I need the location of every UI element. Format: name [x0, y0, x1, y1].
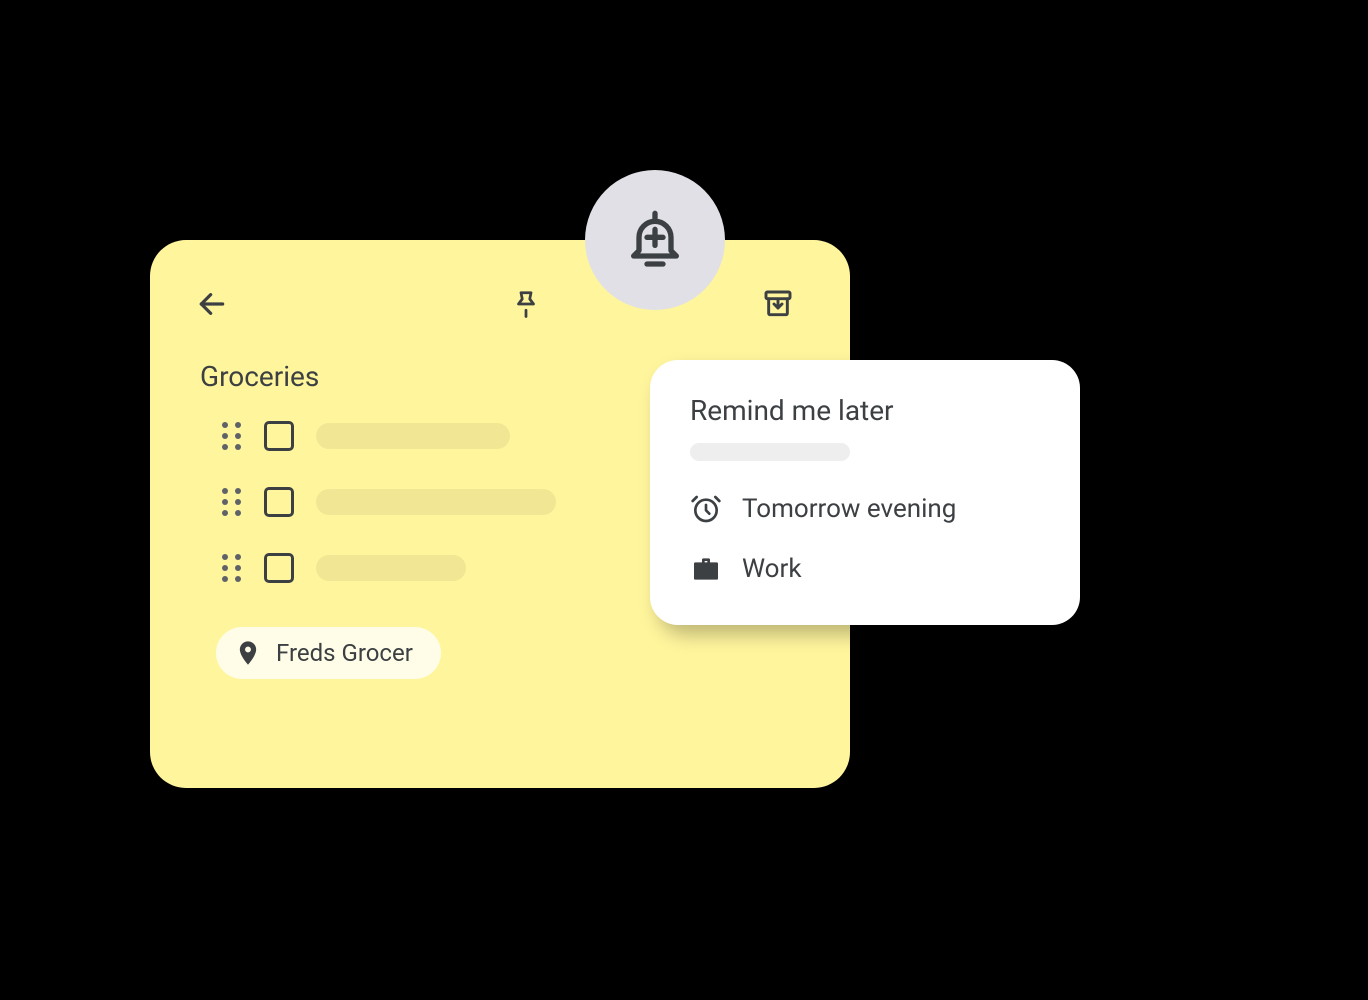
location-chip[interactable]: Freds Grocer — [216, 627, 441, 679]
reminder-popup-subtitle-placeholder — [690, 443, 850, 461]
back-button[interactable] — [194, 286, 230, 322]
archive-icon — [762, 288, 794, 320]
checkbox[interactable] — [264, 421, 294, 451]
reminder-options: Tomorrow evening Work — [690, 493, 1040, 585]
item-text-placeholder[interactable] — [316, 555, 466, 581]
alarm-icon — [690, 493, 722, 525]
reminder-popup: Remind me later Tomorrow evening Work — [650, 360, 1080, 625]
archive-button[interactable] — [760, 286, 796, 322]
briefcase-icon — [690, 553, 722, 585]
reminder-option-label: Tomorrow evening — [742, 494, 956, 524]
arrow-back-icon — [196, 288, 228, 320]
drag-handle-icon[interactable] — [222, 422, 242, 450]
item-text-placeholder[interactable] — [316, 489, 556, 515]
pushpin-icon — [511, 289, 541, 319]
bell-add-icon — [623, 208, 687, 272]
reminder-option-location[interactable]: Work — [690, 553, 1040, 585]
add-reminder-button[interactable] — [585, 170, 725, 310]
reminder-option-label: Work — [742, 554, 802, 584]
location-pin-icon — [234, 639, 262, 667]
location-chip-label: Freds Grocer — [276, 639, 413, 667]
note-header — [194, 276, 806, 332]
reminder-option-time[interactable]: Tomorrow evening — [690, 493, 1040, 525]
reminder-popup-title: Remind me later — [690, 394, 1040, 427]
item-text-placeholder[interactable] — [316, 423, 510, 449]
checkbox[interactable] — [264, 553, 294, 583]
pin-button[interactable] — [508, 286, 544, 322]
drag-handle-icon[interactable] — [222, 554, 242, 582]
drag-handle-icon[interactable] — [222, 488, 242, 516]
checkbox[interactable] — [264, 487, 294, 517]
